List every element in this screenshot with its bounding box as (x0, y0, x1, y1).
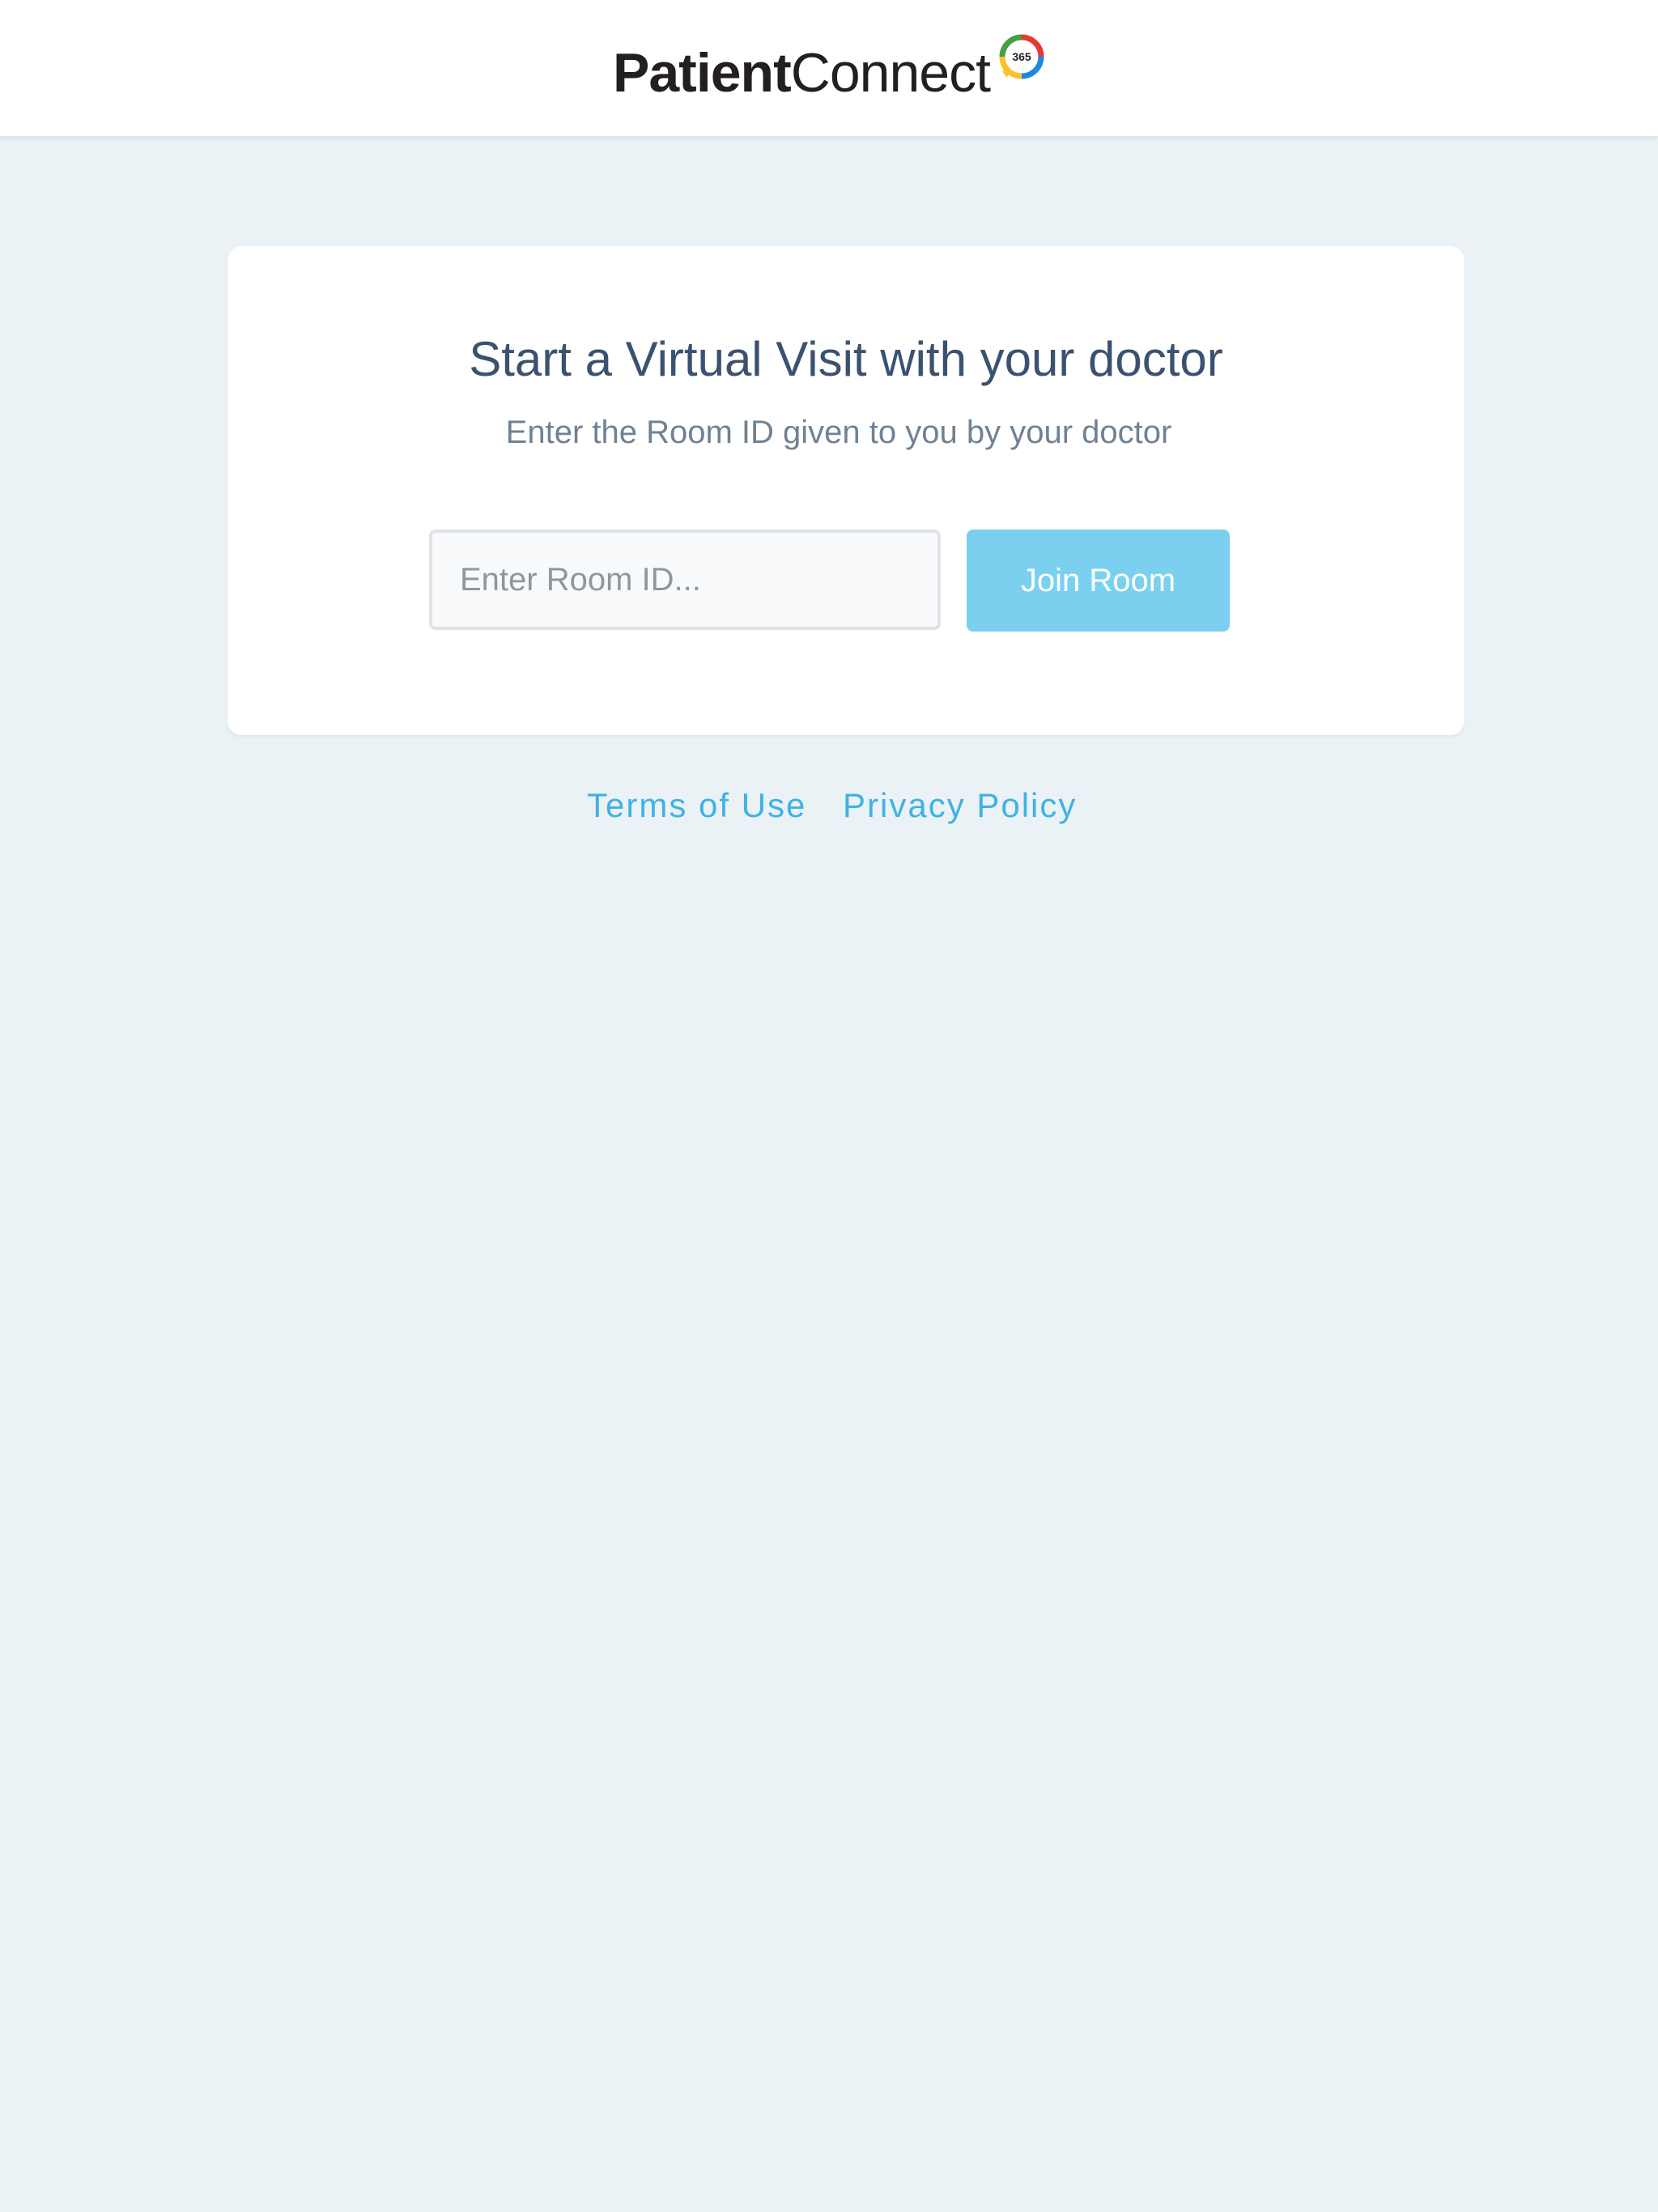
footer-links: Terms of Use Privacy Policy (0, 777, 1658, 834)
logo-text-connect: Connect (790, 42, 991, 104)
page-title: Start a Virtual Visit with your doctor (469, 332, 1223, 386)
join-room-button[interactable]: Join Room (967, 530, 1230, 632)
logo-365-badge-icon: 365 (999, 34, 1044, 79)
page-subtitle: Enter the Room ID given to you by your d… (505, 415, 1172, 450)
logo-wordmark: PatientConnect (613, 40, 991, 105)
terms-of-use-link[interactable]: Terms of Use (587, 777, 806, 834)
app-header: PatientConnect 365 (0, 0, 1658, 137)
logo-text-patient: Patient (613, 42, 792, 104)
virtual-visit-card: Start a Virtual Visit with your doctor E… (227, 246, 1465, 735)
privacy-policy-link[interactable]: Privacy Policy (843, 777, 1077, 834)
logo-badge-text: 365 (1012, 50, 1031, 63)
patientconnect-logo[interactable]: PatientConnect 365 (613, 32, 1044, 105)
room-id-input[interactable] (429, 530, 941, 630)
